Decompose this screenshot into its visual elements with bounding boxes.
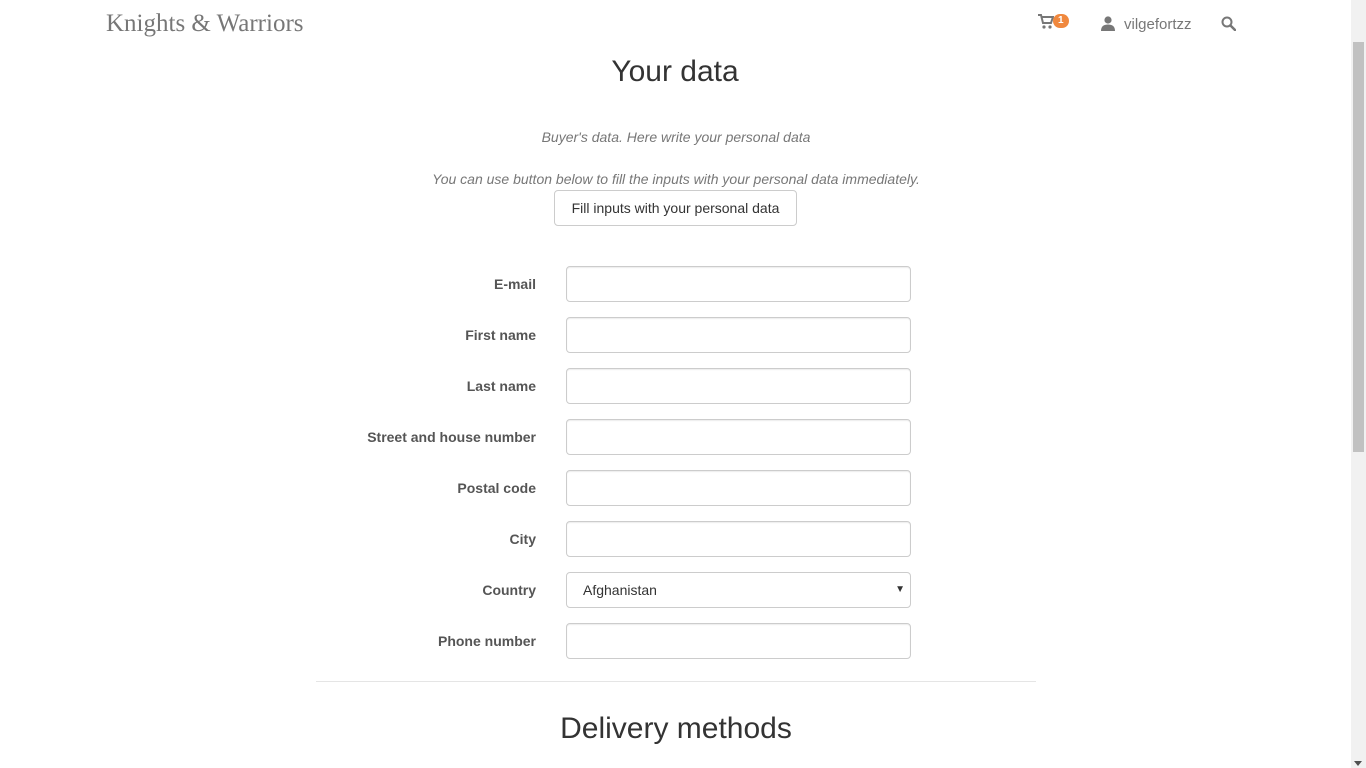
city-field[interactable] [566, 521, 911, 557]
last-name-field[interactable] [566, 368, 911, 404]
fill-hint-note: You can use button below to fill the inp… [432, 171, 920, 187]
country-selected-value: Afghanistan [583, 582, 657, 598]
phone-label: Phone number [437, 633, 536, 649]
page-title: Your data [611, 55, 739, 88]
phone-field[interactable] [566, 623, 911, 659]
username-link[interactable]: vilgefortzz [1124, 16, 1192, 33]
first-name-label: First name [465, 327, 536, 343]
city-label: City [509, 531, 536, 547]
email-label: E-mail [493, 276, 536, 292]
country-select[interactable]: Afghanistan ▼ [566, 572, 911, 608]
cart-icon[interactable] [1038, 14, 1054, 30]
cart-count-badge: 1 [1053, 14, 1069, 28]
delivery-methods-heading: Delivery methods [560, 712, 792, 745]
street-field[interactable] [566, 419, 911, 455]
page-scrollbar[interactable] [1351, 0, 1366, 768]
chevron-down-icon: ▼ [895, 584, 905, 595]
email-field[interactable] [566, 266, 911, 302]
search-icon[interactable] [1221, 16, 1237, 36]
buyer-data-note: Buyer's data. Here write your personal d… [541, 129, 811, 145]
postal-code-field[interactable] [566, 470, 911, 506]
section-divider [316, 681, 1036, 682]
country-label: Country [482, 582, 536, 598]
brand-logo[interactable]: Knights & Warriors [106, 10, 304, 38]
street-label: Street and house number [367, 429, 536, 445]
last-name-label: Last name [466, 378, 536, 394]
fill-personal-data-button[interactable]: Fill inputs with your personal data [554, 190, 797, 226]
user-icon[interactable] [1101, 16, 1115, 31]
scroll-down-icon[interactable] [1354, 761, 1362, 766]
postal-code-label: Postal code [457, 480, 536, 496]
first-name-field[interactable] [566, 317, 911, 353]
scrollbar-thumb[interactable] [1353, 42, 1364, 452]
